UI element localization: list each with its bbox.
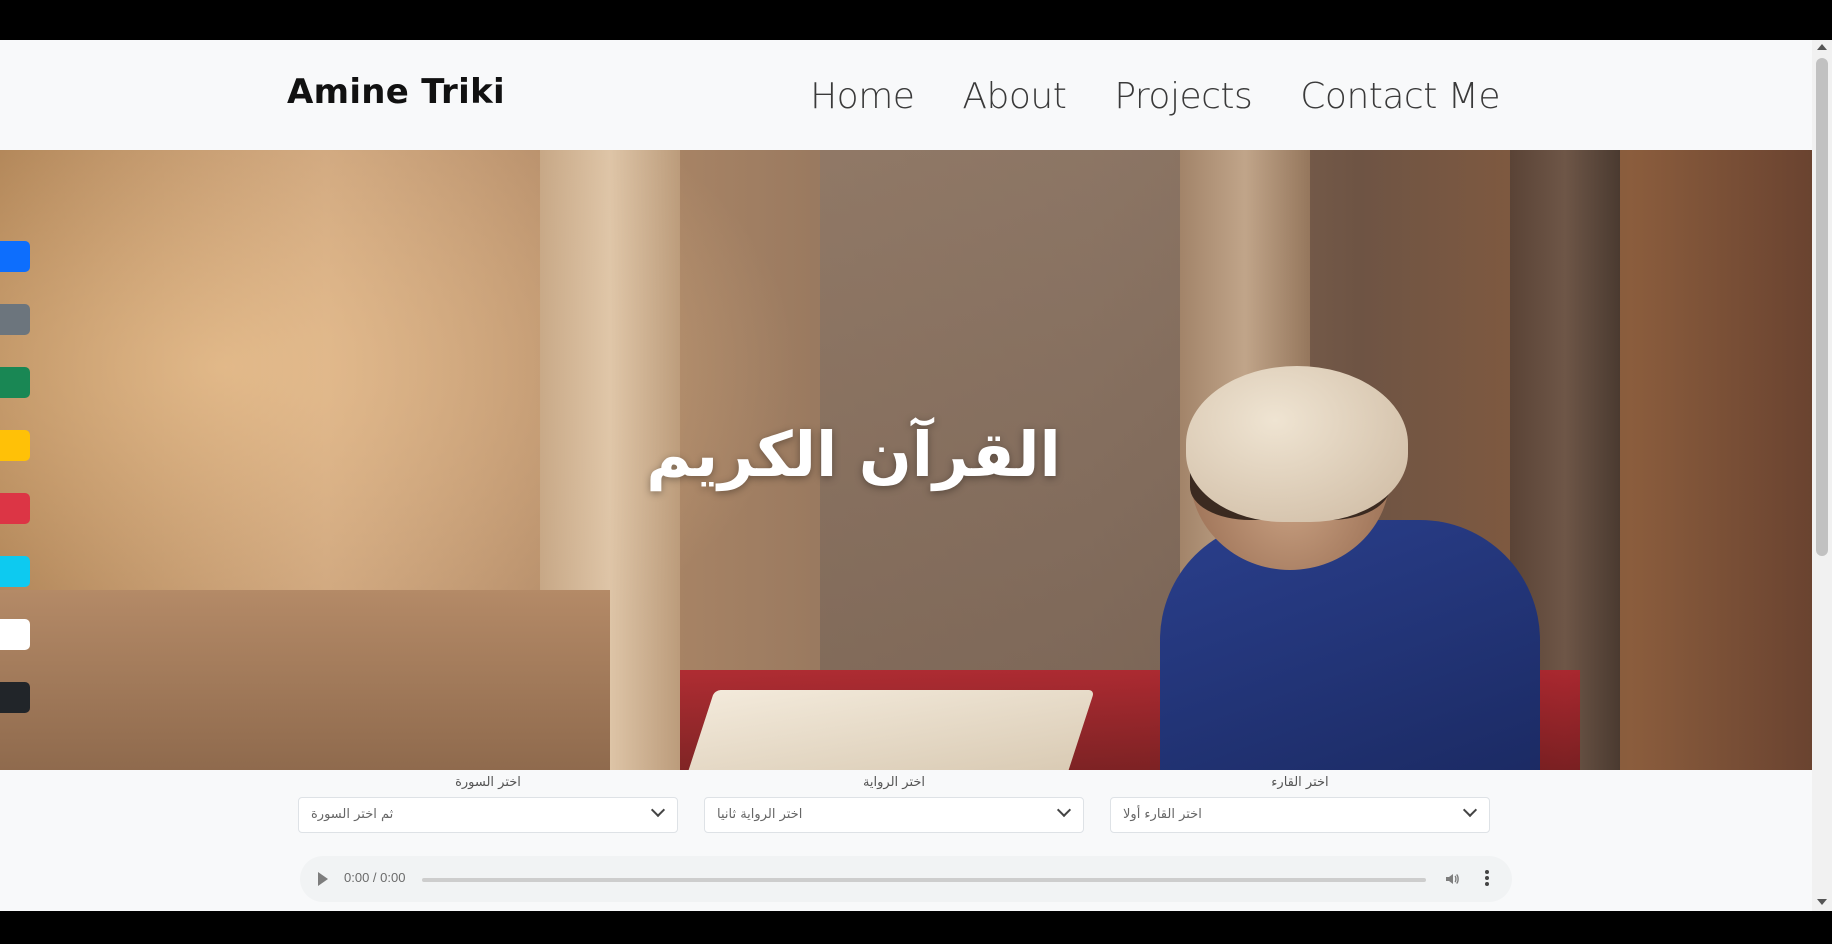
social-link-1[interactable]: [0, 241, 30, 272]
audio-selectors: اختر السورة ثم اختر السورة اختر الرواية …: [298, 770, 1490, 833]
scroll-up-arrow-icon[interactable]: [1817, 44, 1827, 50]
boy-figure: [1160, 520, 1540, 770]
browser-viewport: Amine Triki Home About Projects Contact …: [0, 40, 1832, 911]
nav-links: Home About Projects Contact Me: [810, 76, 1500, 117]
social-link-4[interactable]: [0, 430, 30, 461]
chevron-down-icon: [1056, 802, 1072, 818]
riwaya-select-value: اختر الرواية ثانيا: [717, 807, 803, 822]
surah-control: اختر السورة ثم اختر السورة: [298, 770, 678, 833]
nav-projects[interactable]: Projects: [1114, 76, 1252, 117]
nav-contact[interactable]: Contact Me: [1300, 76, 1500, 117]
riwaya-label: اختر الرواية: [862, 775, 926, 790]
hero-wall: [820, 150, 1180, 670]
screen-bottom-bar: [0, 911, 1832, 944]
reciter-select-value: اختر القارء أولا: [1123, 807, 1202, 822]
nav-about[interactable]: About: [962, 76, 1066, 117]
riwaya-control: اختر الرواية اختر الرواية ثانيا: [704, 770, 1084, 833]
screen-top-bar: [0, 0, 1832, 40]
chevron-down-icon: [650, 802, 666, 818]
play-icon[interactable]: [318, 872, 328, 886]
surah-label: اختر السورة: [455, 775, 521, 790]
social-color-strip: [0, 241, 30, 745]
chevron-down-icon: [1462, 802, 1478, 818]
riwaya-select[interactable]: اختر الرواية ثانيا: [704, 797, 1084, 833]
hero-ledge: [0, 590, 610, 770]
social-link-3[interactable]: [0, 367, 30, 398]
audio-player: 0:00 / 0:00: [300, 856, 1512, 902]
reciter-control: اختر القارء اختر القارء أولا: [1110, 770, 1490, 833]
scroll-down-arrow-icon[interactable]: [1817, 899, 1827, 905]
navbar: Amine Triki Home About Projects Contact …: [0, 40, 1812, 150]
social-link-6[interactable]: [0, 556, 30, 587]
reciter-label: اختر القارء: [1271, 775, 1329, 790]
surah-select-value: ثم اختر السورة: [311, 807, 394, 822]
hero-title: القرآن الكريم: [646, 418, 1061, 491]
brand-logo[interactable]: Amine Triki: [287, 72, 505, 112]
volume-icon[interactable]: [1444, 871, 1460, 887]
more-options-icon[interactable]: [1484, 869, 1490, 889]
audio-progress-track[interactable]: [422, 878, 1426, 882]
social-link-7[interactable]: [0, 619, 30, 650]
surah-select[interactable]: ثم اختر السورة: [298, 797, 678, 833]
social-link-2[interactable]: [0, 304, 30, 335]
hero-banner: القرآن الكريم: [0, 150, 1812, 770]
nav-home[interactable]: Home: [810, 76, 915, 117]
scrollbar-thumb[interactable]: [1816, 58, 1828, 556]
audio-time: 0:00 / 0:00: [344, 870, 406, 885]
page-scrollbar[interactable]: [1812, 40, 1832, 911]
social-link-8[interactable]: [0, 682, 30, 713]
reciter-select[interactable]: اختر القارء أولا: [1110, 797, 1490, 833]
quran-book-image: [685, 690, 1095, 770]
social-link-5[interactable]: [0, 493, 30, 524]
